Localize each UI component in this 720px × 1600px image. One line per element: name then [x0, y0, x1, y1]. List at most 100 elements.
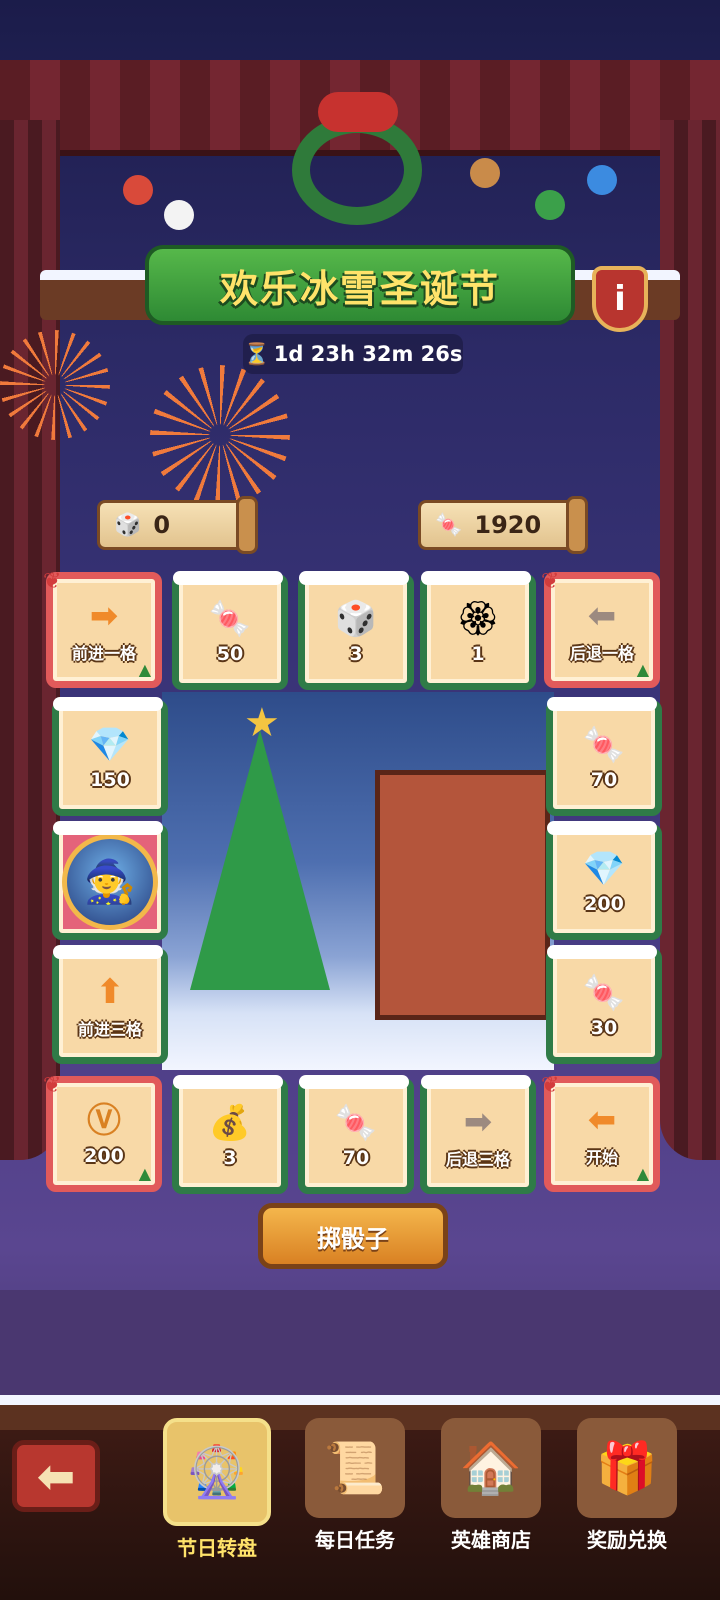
festival-wheel-icon: 🎡 [163, 1418, 271, 1526]
arrow-right-icon: ➡ [463, 1102, 493, 1142]
snow-cap [421, 571, 531, 585]
info-button[interactable]: i [592, 266, 648, 332]
firework-decoration [150, 365, 290, 505]
santa-ornament-icon [164, 200, 194, 230]
board-cell-bag-3: 💰 3 [172, 1075, 288, 1194]
holly-icon: ❦ [43, 1073, 62, 1098]
scroll-end [566, 496, 588, 554]
firework-decoration [0, 330, 110, 440]
snowy-house-decoration [375, 770, 550, 1020]
candy-cane-icon: 🍬 [435, 512, 463, 538]
pine-icon: ▲ [636, 1164, 649, 1183]
cell-label: 后退一格 [569, 644, 634, 663]
board-cell-candy-70: 🍬 70 [546, 697, 662, 816]
dice-counter: 🎲 0 [97, 500, 247, 550]
cell-label: 3 [349, 643, 363, 665]
nav-hero-shop[interactable]: 🏠 英雄商店 [426, 1418, 556, 1568]
cell-label: 70 [590, 769, 618, 791]
candy-counter: 🍬 1920 [418, 500, 578, 550]
back-button[interactable]: ⬅ [12, 1440, 100, 1512]
roll-dice-button[interactable]: 掷骰子 [258, 1203, 448, 1269]
vip-coin-icon: Ⓥ [87, 1101, 121, 1141]
event-title-banner: 欢乐冰雪圣诞节 [145, 245, 575, 325]
cell-label: 后退三格 [445, 1150, 510, 1169]
roll-dice-label: 掷骰子 [317, 1224, 389, 1253]
nav-festival-wheel[interactable]: 🎡 节日转盘 [152, 1418, 282, 1568]
hourglass-icon: ⏳ [243, 341, 270, 366]
bell-bow-decoration [318, 92, 398, 132]
board-cell-diamond-150: 💎 150 [52, 697, 168, 816]
cell-label: 3 [223, 1147, 237, 1169]
board-cell-forward-three: ⬆ 前进三格 [52, 945, 168, 1064]
snow-cap [421, 1075, 531, 1089]
event-timer: ⏳ 1d 23h 32m 26s [243, 334, 463, 374]
snow-cap [53, 697, 163, 711]
ornament-icon [123, 175, 153, 205]
nav-label: 英雄商店 [451, 1528, 531, 1552]
board-cell-back-one: ❦ ⬅ 后退一格 ▲ [541, 569, 660, 688]
board-cell-candy-50: 🍬 50 [172, 571, 288, 690]
cell-label: 150 [90, 769, 130, 791]
candy-cane-icon: 🍬 [582, 973, 626, 1013]
snow-cap [547, 945, 657, 959]
timer-text: 1d 23h 32m 26s [273, 342, 463, 366]
pine-icon: ▲ [636, 660, 649, 679]
snow-cap [53, 821, 163, 835]
nav-label: 每日任务 [315, 1528, 395, 1552]
snow-cap [547, 821, 657, 835]
christmas-tree-decoration [190, 730, 330, 990]
board-cell-vip-200: ❦ Ⓥ 200 ▲ [43, 1073, 162, 1192]
board-cell-candy-30: 🍬 30 [546, 945, 662, 1064]
star-icon: ★ [244, 700, 280, 746]
snow-cap [299, 571, 409, 585]
event-title: 欢乐冰雪圣诞节 [219, 266, 500, 311]
cell-label: 30 [590, 1017, 618, 1039]
snow-cap [299, 1075, 409, 1089]
board-cell-player: 🧙 [52, 821, 168, 940]
candy-cane-icon: 🍬 [582, 725, 626, 765]
witch-hero-icon: 🧙 [83, 857, 137, 906]
board-cell-helmet-1: 🏵 1 [420, 571, 536, 690]
cell-label: 200 [584, 893, 624, 915]
scroll-icon: 📜 [305, 1418, 405, 1518]
nav-label: 奖励兑换 [587, 1528, 667, 1552]
snow-cap [547, 697, 657, 711]
nav-label: 节日转盘 [177, 1536, 257, 1560]
gingerbread-ornament-icon [470, 158, 500, 188]
cell-label: 70 [342, 1147, 370, 1169]
arrow-left-icon: ⬅ [587, 596, 617, 636]
helmet-icon: 🏵 [456, 599, 500, 639]
dice-count: 0 [153, 511, 171, 539]
pine-icon: ▲ [138, 660, 151, 679]
back-arrow-icon: ⬅ [36, 1449, 76, 1503]
board-cell-back-three: ➡ 后退三格 [420, 1075, 536, 1194]
cell-label: 前进一格 [71, 644, 136, 663]
holly-icon: ❦ [43, 569, 62, 594]
board-cell-forward-one: ❦ ➡ 前进一格 ▲ [43, 569, 162, 688]
info-icon: i [614, 279, 626, 319]
shop-icon: 🏠 [441, 1418, 541, 1518]
nav-daily-tasks[interactable]: 📜 每日任务 [290, 1418, 420, 1568]
candy-cane-icon: 🍬 [334, 1103, 378, 1143]
cell-label: 1 [471, 643, 485, 665]
board-cell-start: ❦ ⬅ 开始 ▲ [541, 1073, 660, 1192]
gift-icon: 🎁 [577, 1418, 677, 1518]
arrow-left-icon: ⬅ [587, 1100, 617, 1140]
snow-cap [173, 1075, 283, 1089]
dice-icon: 🎲 [114, 512, 142, 538]
snow-cap [53, 945, 163, 959]
arrow-right-icon: ➡ [89, 596, 119, 636]
board-cell-diamond-200: 💎 200 [546, 821, 662, 940]
snow-cap [173, 571, 283, 585]
nav-reward-exchange[interactable]: 🎁 奖励兑换 [562, 1418, 692, 1568]
stage-floor [0, 1290, 720, 1410]
board-cell-candy-70-bottom: 🍬 70 [298, 1075, 414, 1194]
diamond-icon: 💎 [88, 725, 132, 765]
candy-cane-icon: 🍬 [208, 599, 252, 639]
player-avatar: 🧙 [62, 834, 158, 930]
cell-label: 50 [216, 643, 244, 665]
arrow-up-icon: ⬆ [95, 972, 125, 1012]
cell-label: 200 [84, 1145, 124, 1167]
treasure-bag-icon: 💰 [208, 1103, 252, 1143]
cell-label: 前进三格 [77, 1020, 142, 1039]
